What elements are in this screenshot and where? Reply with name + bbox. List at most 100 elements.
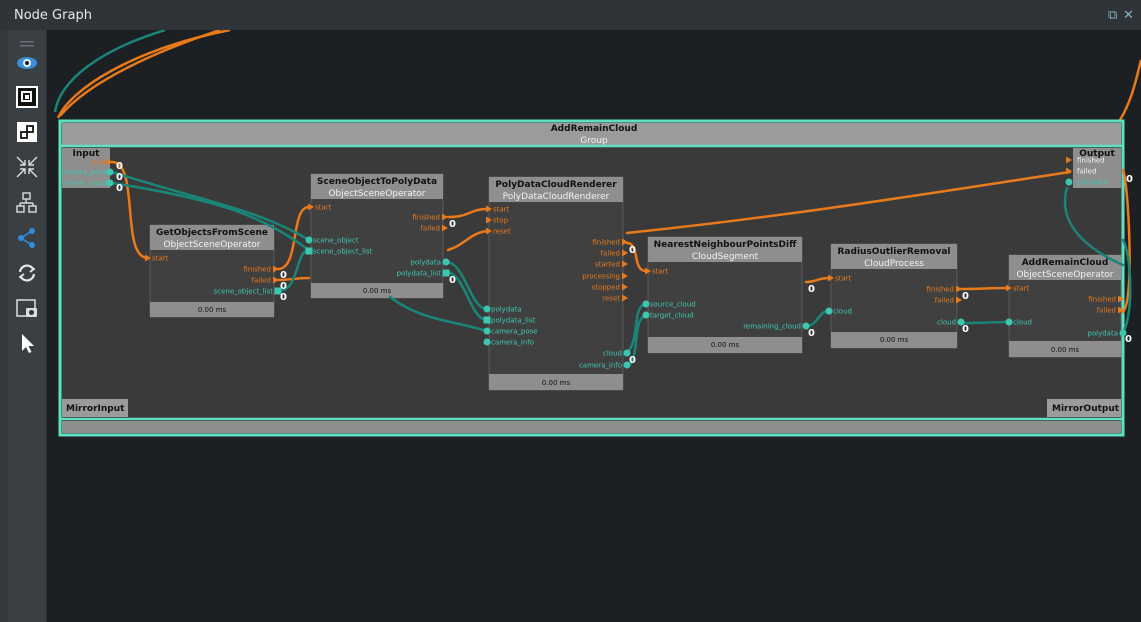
node-timing: 0.00 ms xyxy=(711,341,740,349)
port-label: finished xyxy=(1077,157,1105,165)
port-label: stop xyxy=(493,217,509,225)
execution-count: 0 xyxy=(280,281,287,292)
window-title: Node Graph xyxy=(14,8,92,23)
node-timing: 0.00 ms xyxy=(1051,346,1080,354)
node-title: AddRemainCloud xyxy=(1022,258,1109,268)
port[interactable] xyxy=(1065,178,1073,186)
port-label: start xyxy=(315,204,332,212)
port-label: failed xyxy=(601,250,620,258)
port-label: failed xyxy=(421,225,440,233)
port-label: cloud xyxy=(833,308,852,316)
port-label: polydata xyxy=(1087,330,1118,338)
port-label: failed xyxy=(252,277,271,285)
port[interactable] xyxy=(483,338,491,346)
execution-count: 0 xyxy=(629,245,636,256)
port-label: start xyxy=(493,206,510,214)
node-timing: 0.00 ms xyxy=(363,287,392,295)
port[interactable] xyxy=(106,168,114,176)
port-label: finished xyxy=(592,239,620,247)
port-label: finished xyxy=(1088,296,1116,304)
node-timing: 0.00 ms xyxy=(198,306,227,314)
execution-count: 0 xyxy=(808,328,815,339)
execution-count: 0 xyxy=(962,291,969,302)
port[interactable] xyxy=(483,327,491,335)
port[interactable] xyxy=(305,236,313,244)
node-type: CloudProcess xyxy=(864,259,924,269)
port-label: scene_cloud xyxy=(64,180,107,188)
port-label: camera_info xyxy=(491,339,534,347)
port-label: cloud xyxy=(603,350,622,358)
execution-count: 0 xyxy=(280,292,287,303)
title-bar: Node Graph ⧉ ✕ xyxy=(0,0,1141,30)
port-label: camera_pose xyxy=(60,169,107,177)
restore-icon[interactable]: ⧉ xyxy=(1108,8,1117,23)
port-label: stopped xyxy=(592,284,620,292)
pointer-icon[interactable] xyxy=(15,331,39,355)
port[interactable] xyxy=(106,179,114,187)
collapse-icon[interactable] xyxy=(15,155,39,179)
port-label: camera_info xyxy=(579,362,622,370)
node-type: ObjectSceneOperator xyxy=(1016,270,1113,280)
port-label: camera_pose xyxy=(491,328,538,336)
execution-count: 0 xyxy=(280,270,287,281)
execution-count: 0 xyxy=(116,172,123,183)
port-label: polydata xyxy=(1077,179,1108,187)
node-timing: 0.00 ms xyxy=(880,336,909,344)
port[interactable] xyxy=(483,305,491,313)
frame-icon[interactable] xyxy=(15,85,39,109)
node-title: GetObjectsFromScene xyxy=(156,228,268,238)
execution-count: 0 xyxy=(116,161,123,172)
node-graph[interactable]: AddRemainCloud Group MirrorInput MirrorO… xyxy=(47,30,1141,622)
port-label: cloud xyxy=(1013,319,1032,327)
port-label: failed xyxy=(1097,307,1116,315)
port[interactable] xyxy=(442,258,450,266)
node-title: NearestNeighbourPointsDiff xyxy=(654,240,797,250)
port[interactable] xyxy=(642,300,650,308)
wire xyxy=(56,30,231,119)
port[interactable] xyxy=(642,311,650,319)
port-label: failed xyxy=(935,297,954,305)
node-type: ObjectSceneOperator xyxy=(328,189,425,199)
port-label: scene_object_list xyxy=(214,288,274,296)
port-label: finished xyxy=(243,266,271,274)
port[interactable] xyxy=(825,307,833,315)
layout-icon[interactable] xyxy=(15,191,39,215)
port[interactable] xyxy=(1005,318,1013,326)
execution-count: 0 xyxy=(1126,174,1133,185)
node-nearest-neighbour-points-diff[interactable]: NearestNeighbourPointsDiff CloudSegment … xyxy=(647,236,803,354)
port[interactable] xyxy=(305,247,313,255)
mirror-output-label: MirrorOutput xyxy=(1052,404,1120,414)
graph-canvas[interactable]: AddRemainCloud Group MirrorInput MirrorO… xyxy=(47,30,1141,622)
refresh-icon[interactable] xyxy=(15,261,39,285)
execution-count: 0 xyxy=(449,219,456,230)
port-label: processing xyxy=(582,273,620,281)
eye-icon[interactable] xyxy=(15,51,39,75)
port-label: scene_object xyxy=(313,237,359,245)
port[interactable] xyxy=(483,316,491,324)
screenshot-icon[interactable] xyxy=(15,296,39,320)
close-icon[interactable]: ✕ xyxy=(1123,8,1134,23)
wire xyxy=(959,286,1009,291)
left-toolbar xyxy=(8,30,47,622)
port-label: target_cloud xyxy=(650,312,694,320)
node-type: PolyDataCloudRenderer xyxy=(503,192,610,202)
port-label: source_cloud xyxy=(650,301,696,309)
node-title: SceneObjectToPolyData xyxy=(317,177,437,187)
connections-icon[interactable] xyxy=(15,226,39,250)
port-label: finished xyxy=(926,286,954,294)
group-subtitle: Group xyxy=(580,136,608,146)
port-label: start xyxy=(835,275,852,283)
port-label: polydata xyxy=(491,306,522,314)
group-icon[interactable] xyxy=(15,120,39,144)
execution-count: 0 xyxy=(116,183,123,194)
port-label: finished xyxy=(412,214,440,222)
port-label: reset xyxy=(493,228,511,236)
port-label: start xyxy=(1013,285,1030,293)
group-input-title: Input xyxy=(73,149,101,159)
port-label: start xyxy=(152,255,169,263)
port-label: started xyxy=(595,261,620,269)
port-label: polydata xyxy=(410,259,441,267)
node-timing: 0.00 ms xyxy=(542,379,571,387)
group-title: AddRemainCloud xyxy=(551,124,638,134)
node-title: RadiusOutlierRemoval xyxy=(838,247,951,257)
